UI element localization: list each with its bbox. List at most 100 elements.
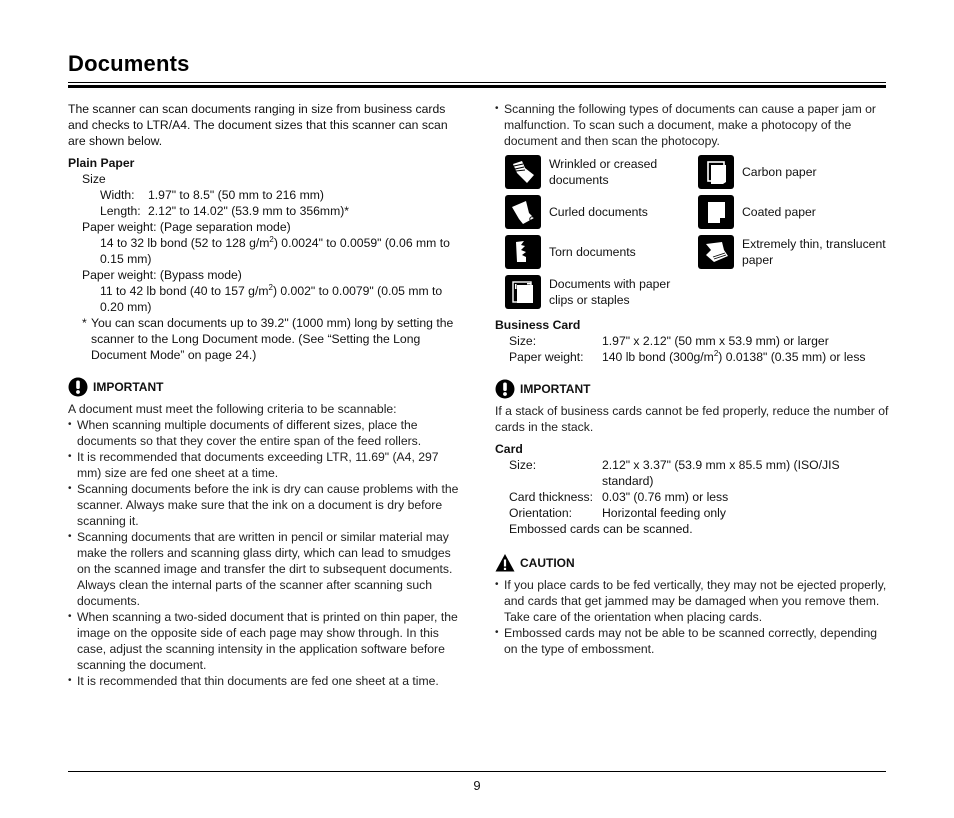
important-label: IMPORTANT <box>520 382 591 396</box>
important-intro: A document must meet the following crite… <box>68 402 397 416</box>
bullet-item: • Scanning the following types of documen… <box>495 101 890 149</box>
page-title: Documents <box>68 51 190 76</box>
problem-doc-item: Coated paper <box>698 195 888 229</box>
card-thickness-label: Card thickness: <box>509 490 593 504</box>
right-column: • Scanning the following types of documen… <box>495 101 890 657</box>
embossed-note: Embossed cards can be scanned. <box>509 522 693 536</box>
important-text: If a stack of business cards cannot be f… <box>495 404 889 434</box>
problem-doc-label: Carbon paper <box>742 165 817 179</box>
bullet-item: • Scanning documents that are written in … <box>68 529 460 609</box>
weight-bypass-value: 11 to 42 lb bond (40 to 157 g/m2) 0.002"… <box>68 283 460 315</box>
weight-bypass-value-pre: 11 to 42 lb bond (40 to 157 g/m <box>100 284 269 298</box>
plain-paper-heading: Plain Paper <box>68 156 135 170</box>
bullet-item: • When scanning multiple documents of dif… <box>68 417 460 449</box>
footer-rule <box>68 771 886 772</box>
card-orientation-value: Horizontal feeding only <box>602 506 726 520</box>
problem-doc-label: Torn documents <box>549 245 636 259</box>
footnote-text: You can scan documents up to 39.2" (1000… <box>91 316 454 362</box>
important-heading: IMPORTANT <box>68 377 460 397</box>
jam-bullets: • Scanning the following types of documen… <box>495 101 890 149</box>
bullet-text: Scanning documents that are written in p… <box>77 530 453 608</box>
bullet-text: Scanning documents before the ink is dry… <box>77 482 459 528</box>
business-card-weight-row: Paper weight: 140 lb bond (300g/m2) 0.01… <box>495 349 890 365</box>
length-row: Length: 2.12" to 14.02" (53.9 mm to 356m… <box>68 203 460 219</box>
problem-doc-label: Coated paper <box>742 205 816 219</box>
card-size-row: Size: 2.12" x 3.37" (53.9 mm x 85.5 mm) … <box>495 457 890 489</box>
page-number: 9 <box>473 778 481 793</box>
curled-document-icon <box>505 195 541 229</box>
bullet-text: When scanning multiple documents of diff… <box>77 418 422 448</box>
title-rule-thin <box>68 82 886 83</box>
problem-doc-label: Curled documents <box>549 205 648 219</box>
weight-separation-label: Paper weight: (Page separation mode) <box>82 220 291 234</box>
exclamation-circle-icon <box>68 377 88 397</box>
card-orientation-row: Orientation: Horizontal feeding only <box>495 505 890 521</box>
width-value: 1.97" to 8.5" (50 mm to 216 mm) <box>148 188 324 202</box>
footnote-mark: * <box>82 316 87 330</box>
problem-doc-item: Extremely thin, translucent paper <box>698 235 888 269</box>
bullet-text: When scanning a two-sided document that … <box>77 610 458 672</box>
card-thickness-value: 0.03" (0.76 mm) or less <box>602 490 729 504</box>
problem-doc-item: Curled documents <box>505 195 698 229</box>
business-card-section: Business Card Size: 1.97" x 2.12" (50 mm… <box>495 317 890 365</box>
caution-bullets: • If you place cards to be fed vertically… <box>495 577 890 657</box>
bullet-item: • Embossed cards may not be able to be sc… <box>495 625 890 657</box>
caution-heading: CAUTION <box>495 553 890 573</box>
bullet-item: • It is recommended that documents exceed… <box>68 449 460 481</box>
bullet-item: • When scanning a two-sided document that… <box>68 609 460 673</box>
bullet-item: • It is recommended that thin documents a… <box>68 674 439 688</box>
problem-doc-item: Documents with paper clips or staples <box>505 275 698 309</box>
plain-paper-section: Plain Paper Size Width: 1.97" to 8.5" (5… <box>68 155 460 363</box>
title-rule-thick <box>68 85 886 88</box>
business-card-size-label: Size: <box>509 334 537 348</box>
intro-paragraph: The scanner can scan documents ranging i… <box>68 102 448 148</box>
wrinkled-document-icon <box>505 155 541 189</box>
business-card-weight-value: 140 lb bond (300g/m2) 0.0138" (0.35 mm) … <box>602 349 866 365</box>
problem-doc-item: Carbon paper <box>698 155 888 189</box>
carbon-paper-icon <box>698 155 734 189</box>
business-card-weight-label: Paper weight: <box>509 350 584 364</box>
card-thickness-row: Card thickness: 0.03" (0.76 mm) or less <box>495 489 890 505</box>
torn-document-icon <box>505 235 541 269</box>
card-size-label: Size: <box>509 458 537 472</box>
important-heading-right: IMPORTANT <box>495 379 890 399</box>
warning-triangle-icon <box>495 554 515 572</box>
card-orientation-label: Orientation: <box>509 506 573 520</box>
problem-documents-grid: Wrinkled or creased documents Carbon pap… <box>505 155 890 309</box>
important-bullets: • When scanning multiple documents of dif… <box>68 417 460 689</box>
size-label: Size <box>82 172 106 186</box>
coated-paper-icon <box>698 195 734 229</box>
thin-paper-icon <box>698 235 734 269</box>
bullet-item: • Scanning documents before the ink is dr… <box>68 482 459 528</box>
bullet-text: If you place cards to be fed vertically,… <box>504 578 887 624</box>
length-value: 2.12" to 14.02" (53.9 mm to 356mm)* <box>148 204 350 218</box>
business-card-size-value: 1.97" x 2.12" (50 mm x 53.9 mm) or large… <box>602 334 829 348</box>
footnote: * You can scan documents up to 39.2" (10… <box>68 315 460 363</box>
problem-doc-label: Documents with paper clips or staples <box>549 277 671 307</box>
weight-separation-value-pre: 14 to 32 lb bond (52 to 128 g/m <box>100 236 270 250</box>
length-label: Length: <box>100 204 141 218</box>
paper-clip-document-icon <box>505 275 541 309</box>
problem-doc-item: Torn documents <box>505 235 698 269</box>
weight-separation-value: 14 to 32 lb bond (52 to 128 g/m2) 0.0024… <box>68 235 460 267</box>
business-card-weight-pre: 140 lb bond (300g/m <box>602 350 714 364</box>
bullet-text: Scanning the following types of document… <box>504 102 876 148</box>
card-section: Card Size: 2.12" x 3.37" (53.9 mm x 85.5… <box>495 441 890 537</box>
card-heading: Card <box>495 442 523 456</box>
card-size-value: 2.12" x 3.37" (53.9 mm x 85.5 mm) (ISO/J… <box>602 458 840 488</box>
business-card-size-row: Size: 1.97" x 2.12" (50 mm x 53.9 mm) or… <box>495 333 890 349</box>
problem-doc-item: Wrinkled or creased documents <box>505 155 698 189</box>
exclamation-circle-icon <box>495 379 515 399</box>
bullet-item: • If you place cards to be fed vertically… <box>495 577 890 625</box>
bullet-text: It is recommended that thin documents ar… <box>77 674 439 688</box>
width-label: Width: <box>100 188 135 202</box>
business-card-heading: Business Card <box>495 318 581 332</box>
left-column: The scanner can scan documents ranging i… <box>68 101 460 689</box>
problem-doc-label: Wrinkled or creased documents <box>549 157 658 187</box>
weight-bypass-label: Paper weight: (Bypass mode) <box>82 268 242 282</box>
bullet-text: It is recommended that documents exceedi… <box>77 450 439 480</box>
caution-label: CAUTION <box>520 556 575 570</box>
width-row: Width: 1.97" to 8.5" (50 mm to 216 mm) <box>68 187 460 203</box>
important-label: IMPORTANT <box>93 380 164 394</box>
business-card-weight-post: ) 0.0138" (0.35 mm) or less <box>718 350 866 364</box>
